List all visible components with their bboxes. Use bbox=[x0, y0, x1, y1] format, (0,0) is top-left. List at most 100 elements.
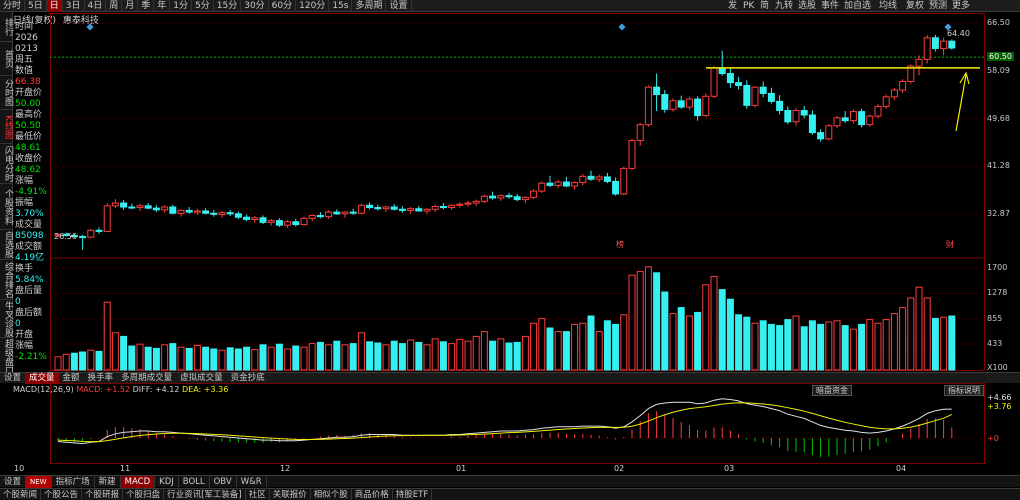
period-tab[interactable]: 15s bbox=[329, 0, 353, 12]
volume-indicator-tab[interactable]: 成交量 bbox=[25, 372, 59, 384]
toolbar-action[interactable]: 简 bbox=[760, 0, 769, 12]
period-tab[interactable]: 5日 bbox=[25, 0, 47, 12]
data-window-row: 涨幅 bbox=[15, 341, 34, 351]
volume-indicator-tab[interactable]: 换手率 bbox=[84, 373, 118, 384]
volume-bar bbox=[177, 346, 185, 371]
period-tab[interactable]: 1分 bbox=[170, 0, 193, 12]
info-tab[interactable]: 个股公告 bbox=[41, 488, 83, 500]
period-tab[interactable]: 3日 bbox=[63, 0, 85, 12]
volume-indicator-tab[interactable]: 金额 bbox=[59, 373, 84, 384]
indicator-help-button[interactable]: 指标说明 bbox=[944, 385, 984, 396]
toolbar-action[interactable]: 均线 bbox=[879, 0, 897, 12]
period-tab[interactable]: 4日 bbox=[85, 0, 107, 12]
info-tab[interactable]: 相似个股 bbox=[311, 488, 352, 500]
volume-bar bbox=[612, 323, 620, 371]
volume-bar bbox=[185, 347, 193, 371]
period-tab[interactable]: 分时 bbox=[0, 0, 26, 12]
info-tab[interactable]: 个股新闻 bbox=[0, 488, 42, 500]
kline-chart[interactable]: 64.40 26.56 榜 财 bbox=[50, 13, 985, 464]
macd-name: MACD(12,26,9) bbox=[13, 385, 74, 394]
toolbar-action[interactable]: 选股 bbox=[798, 0, 816, 12]
volume-bar bbox=[661, 291, 669, 371]
sidebar-item[interactable]: 自选股 bbox=[0, 230, 13, 260]
volume-bar bbox=[267, 346, 275, 371]
candle bbox=[546, 182, 554, 186]
date-tick: 03 bbox=[724, 464, 735, 473]
volume-bar bbox=[423, 344, 431, 371]
toolbar-action[interactable]: 九转 bbox=[775, 0, 793, 12]
info-tab[interactable]: 个股研报 bbox=[82, 488, 124, 500]
sidebar-item[interactable]: 分时图 bbox=[0, 76, 13, 110]
volume-bar bbox=[620, 314, 628, 371]
volume-indicator-tab[interactable]: 多周期成交量 bbox=[117, 373, 176, 384]
volume-indicator-tab[interactable]: 资金抄底 bbox=[227, 373, 269, 384]
period-tab[interactable]: 30分 bbox=[241, 0, 269, 12]
candle bbox=[193, 210, 201, 213]
period-tab[interactable]: 60分 bbox=[269, 0, 297, 12]
volume-bar bbox=[767, 323, 775, 371]
indicator-tab[interactable]: BOLL bbox=[179, 475, 210, 488]
period-tab[interactable]: 周 bbox=[106, 0, 123, 12]
dark-fund-button[interactable]: 暗盘资金 bbox=[812, 385, 852, 396]
indicator-tab[interactable]: W&R bbox=[237, 475, 267, 488]
toolbar-action[interactable]: 预测 bbox=[929, 0, 947, 12]
info-tab[interactable]: 社区 bbox=[246, 488, 270, 500]
toolbar-action[interactable]: 发 bbox=[728, 0, 737, 12]
event-tag: 榜 bbox=[616, 239, 624, 249]
period-tab[interactable]: 15分 bbox=[214, 0, 242, 12]
period-tab[interactable]: 月 bbox=[122, 0, 139, 12]
sidebar-item[interactable]: 个股资料 bbox=[0, 184, 13, 230]
volume-indicator-tab[interactable]: 设置 bbox=[0, 373, 25, 384]
candle bbox=[800, 109, 808, 116]
sidebar-item[interactable]: 综合排名 bbox=[0, 260, 13, 300]
sidebar-item[interactable]: 超级盘口 bbox=[0, 338, 13, 376]
date-tick: 01 bbox=[456, 464, 467, 473]
period-tab[interactable]: 设置 bbox=[386, 0, 412, 12]
data-window-row: 成交量 bbox=[15, 220, 43, 230]
period-tab[interactable]: 年 bbox=[154, 0, 171, 12]
period-tab[interactable]: 季 bbox=[138, 0, 155, 12]
indicator-tab[interactable]: 新建 bbox=[95, 475, 121, 488]
sidebar-item[interactable]: 首页 bbox=[0, 42, 13, 76]
volume-bar bbox=[103, 301, 111, 371]
sidebar-item[interactable]: 排行 bbox=[0, 12, 13, 42]
volume-bar bbox=[398, 343, 406, 371]
volume-indicator-tab[interactable]: 虚拟成交量 bbox=[176, 373, 227, 384]
sidebar-item[interactable]: K线图 bbox=[0, 110, 13, 144]
data-window-row: 85098 bbox=[15, 231, 44, 241]
toolbar-action[interactable]: PK bbox=[743, 0, 754, 12]
candle bbox=[87, 229, 95, 238]
indicator-tab[interactable]: OBV bbox=[210, 475, 237, 488]
period-tab[interactable]: 5分 bbox=[192, 0, 214, 12]
toolbar-action[interactable]: 更多 bbox=[952, 0, 970, 12]
info-tab[interactable]: 行业资讯[军工装备] bbox=[164, 488, 246, 500]
indicator-tab[interactable]: NEW bbox=[26, 475, 52, 488]
volume-bar bbox=[95, 350, 103, 371]
indicator-tab[interactable]: 设置 bbox=[0, 475, 27, 488]
data-window-row: 盘后额 bbox=[15, 308, 43, 318]
data-window-row: -4.91% bbox=[15, 187, 47, 197]
indicator-tab[interactable]: 指标广场 bbox=[52, 475, 95, 488]
toolbar-action[interactable]: 加自选 bbox=[844, 0, 871, 12]
volume-bar bbox=[931, 317, 939, 371]
toolbar-action[interactable]: 事件 bbox=[821, 0, 839, 12]
period-tab[interactable]: 多周期 bbox=[352, 0, 387, 12]
indicator-tab[interactable]: KDJ bbox=[155, 475, 179, 488]
info-tab[interactable]: 商品价格 bbox=[352, 488, 393, 500]
indicator-tab[interactable]: MACD bbox=[120, 475, 156, 488]
candle bbox=[382, 206, 390, 210]
date-tick: 10 bbox=[14, 464, 25, 473]
period-tab[interactable]: 120分 bbox=[296, 0, 330, 12]
info-tab[interactable]: 关联报价 bbox=[270, 488, 311, 500]
volume-bar bbox=[464, 340, 472, 371]
info-tab[interactable]: 个股扫盘 bbox=[123, 488, 165, 500]
data-window-row: 开盘 bbox=[15, 330, 34, 340]
period-tab[interactable]: 日 bbox=[46, 0, 63, 12]
candle bbox=[759, 86, 767, 94]
info-tab[interactable]: 持股ETF bbox=[393, 488, 433, 500]
candle bbox=[275, 220, 283, 226]
sidebar-item[interactable]: 牛叉诊股 bbox=[0, 300, 13, 338]
toolbar-action[interactable]: 复权 bbox=[906, 0, 924, 12]
candle bbox=[743, 84, 751, 106]
sidebar-item[interactable]: 闪电分时 bbox=[0, 144, 13, 184]
